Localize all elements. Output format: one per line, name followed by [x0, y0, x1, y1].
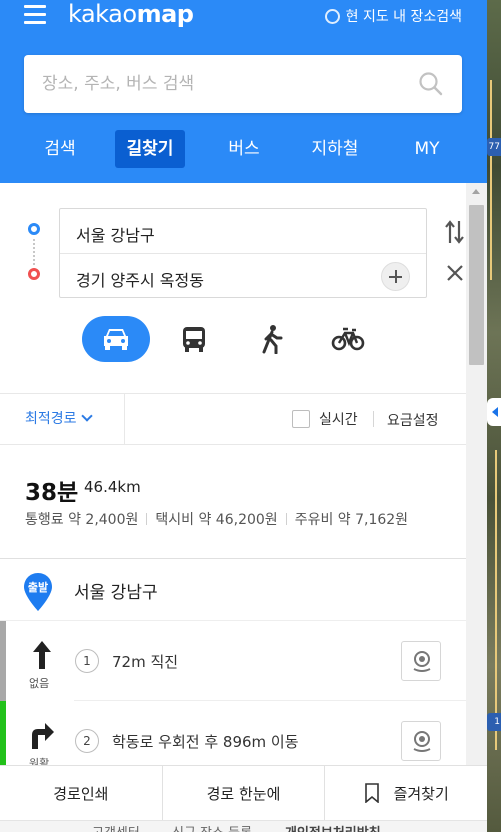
- roadview-icon: [413, 731, 431, 752]
- route-overview-button[interactable]: 경로 한눈에: [163, 766, 326, 820]
- chevron-down-icon: [80, 410, 93, 422]
- scroll-up-icon[interactable]: [472, 189, 480, 194]
- step-description: 학동로 우회전 후 896m 이동: [112, 733, 299, 751]
- bookmark-icon: [364, 783, 379, 803]
- divider: [285, 513, 287, 525]
- logo-text: kakao: [68, 0, 137, 28]
- scrollbar[interactable]: [466, 183, 487, 793]
- mode-bike-button[interactable]: [314, 316, 382, 362]
- tab-bus[interactable]: 버스: [214, 130, 274, 168]
- route-options: 최적경로 실시간 요금설정: [0, 393, 466, 445]
- travel-time: 38분: [25, 480, 79, 506]
- mode-car-button[interactable]: [82, 316, 150, 362]
- swap-icon[interactable]: [443, 217, 467, 247]
- transport-modes: [0, 316, 487, 364]
- fuel-cost: 주유비 약 7,162원: [294, 512, 409, 528]
- current-map-search-toggle[interactable]: 현 지도 내 장소검색: [324, 6, 462, 26]
- route-type-dropdown[interactable]: 최적경로: [0, 394, 125, 444]
- start-badge: 출발: [28, 580, 48, 594]
- taxi-cost: 택시비 약 46,200원: [155, 512, 278, 528]
- close-icon[interactable]: [445, 263, 465, 283]
- footer-actions: 경로인쇄 경로 한눈에 즐겨찾기: [0, 765, 487, 820]
- logo-text-bold: map: [136, 0, 194, 28]
- route-summary[interactable]: 38분 46.4km 통행료 약 2,400원 택시비 약 46,200원 주유…: [0, 445, 466, 559]
- search-icon[interactable]: [418, 71, 444, 97]
- map-route-badge: 77: [487, 138, 501, 156]
- right-turn-arrow-icon: [32, 723, 54, 749]
- traffic-bar: [0, 621, 6, 701]
- roadview-button[interactable]: [401, 721, 441, 761]
- search-input[interactable]: [24, 55, 394, 113]
- destination-field[interactable]: 경기 양주시 옥정동: [76, 267, 204, 291]
- destination-dot-icon: [28, 268, 40, 280]
- walk-icon: [262, 325, 283, 354]
- map-view[interactable]: 77 1: [487, 0, 501, 832]
- current-map-search-label: 현 지도 내 장소검색: [345, 9, 462, 25]
- scrollbar-thumb[interactable]: [469, 205, 484, 365]
- travel-distance: 46.4km: [84, 478, 141, 496]
- print-route-button[interactable]: 경로인쇄: [0, 766, 163, 820]
- route-fields: 서울 강남구 경기 양주시 옥정동: [59, 208, 427, 298]
- panel-collapse-toggle[interactable]: [487, 398, 501, 426]
- realtime-label: 실시간: [319, 412, 358, 428]
- mode-bus-button[interactable]: [160, 316, 228, 362]
- tab-search[interactable]: 검색: [30, 130, 90, 168]
- origin-dot-icon: [28, 223, 40, 235]
- favorite-button[interactable]: 즐겨찾기: [325, 766, 487, 820]
- menu-icon[interactable]: [24, 5, 46, 24]
- add-waypoint-button[interactable]: [381, 262, 410, 291]
- toll-cost: 통행료 약 2,400원: [25, 512, 139, 528]
- route-form: 서울 강남구 경기 양주시 옥정동: [0, 183, 487, 393]
- mode-walk-button[interactable]: [238, 316, 306, 362]
- route-overview-label: 경로 한눈에: [206, 784, 281, 803]
- kakaomap-logo[interactable]: kakaomap: [68, 0, 194, 28]
- start-pin-icon: 출발: [24, 573, 52, 611]
- header: kakaomap 현 지도 내 장소검색 검색 길찾기 버스 지하철 MY: [0, 0, 487, 183]
- route-panel: kakaomap 현 지도 내 장소검색 검색 길찾기 버스 지하철 MY 서울…: [0, 0, 487, 832]
- cost-info: 통행료 약 2,400원 택시비 약 46,200원 주유비 약 7,162원: [25, 509, 408, 529]
- divider: [146, 513, 148, 525]
- bike-icon: [331, 327, 365, 351]
- route-type-label: 최적경로: [25, 411, 77, 427]
- traffic-status: 없음: [29, 677, 50, 690]
- map-road: [495, 450, 497, 750]
- step-number: 1: [75, 649, 99, 673]
- route-connector: [33, 239, 35, 265]
- radio-icon[interactable]: [324, 8, 340, 24]
- straight-arrow-icon: [33, 641, 51, 669]
- footer-links: 고객센터 신규 장소 등록 개인정보처리방침: [0, 820, 487, 832]
- privacy-policy-link[interactable]: 개인정보처리방침: [285, 822, 381, 832]
- origin-field[interactable]: 서울 강남구: [76, 222, 155, 246]
- search-box: [24, 55, 462, 113]
- route-step[interactable]: 없음 1 72m 직진: [0, 621, 466, 701]
- start-name: 서울 강남구: [74, 583, 158, 603]
- start-row[interactable]: 출발 서울 강남구: [0, 560, 466, 621]
- car-icon: [104, 329, 128, 350]
- customer-center-link[interactable]: 고객센터: [92, 822, 140, 832]
- step-number: 2: [75, 729, 99, 753]
- realtime-checkbox[interactable]: [292, 410, 310, 428]
- route-steps: 출발 서울 강남구 없음 1 72m 직진 원활 2 학동로 우회전 후 896…: [0, 560, 466, 792]
- nav-tabs: 검색 길찾기 버스 지하철 MY: [0, 130, 487, 170]
- favorite-label: 즐겨찾기: [393, 784, 449, 803]
- realtime-toggle[interactable]: 실시간: [292, 409, 358, 429]
- divider: [373, 411, 374, 427]
- step-description: 72m 직진: [112, 653, 179, 671]
- roadview-icon: [413, 651, 431, 672]
- print-route-label: 경로인쇄: [53, 784, 109, 803]
- tab-directions[interactable]: 길찾기: [115, 130, 185, 168]
- roadview-button[interactable]: [401, 641, 441, 681]
- field-divider: [60, 253, 426, 254]
- new-place-link[interactable]: 신규 장소 등록: [172, 822, 252, 832]
- map-route-badge: 1: [487, 713, 501, 731]
- map-road: [490, 80, 492, 280]
- fee-settings-button[interactable]: 요금설정: [387, 410, 439, 430]
- bus-icon: [183, 327, 205, 352]
- tab-subway[interactable]: 지하철: [300, 130, 370, 168]
- tab-my[interactable]: MY: [397, 130, 457, 168]
